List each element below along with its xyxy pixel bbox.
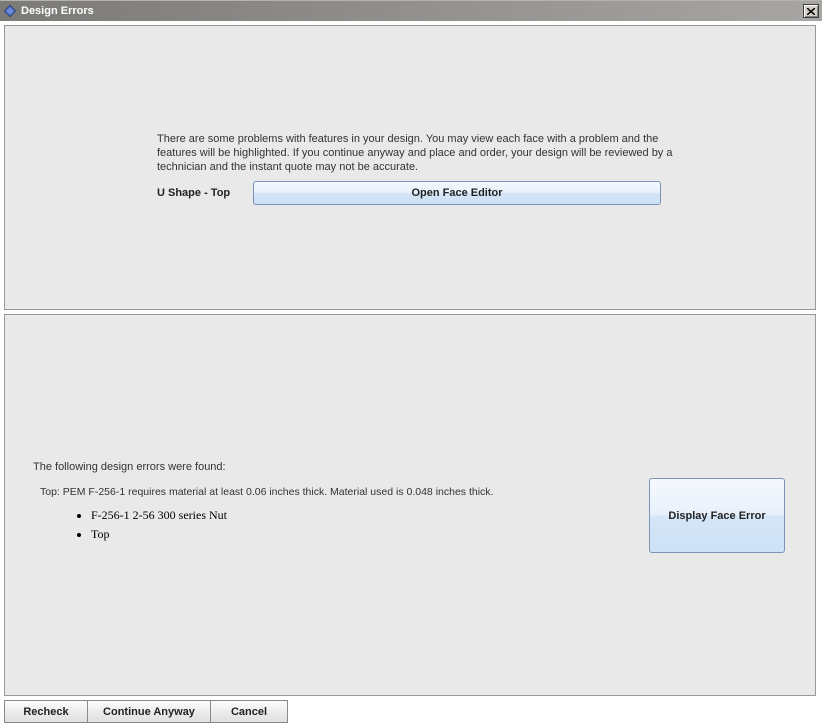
bottom-panel: The following design errors were found: … [4, 314, 816, 696]
list-item: Top [91, 527, 227, 542]
info-message: There are some problems with features in… [157, 132, 687, 174]
open-face-editor-button[interactable]: Open Face Editor [253, 181, 661, 205]
face-label: U Shape - Top [157, 187, 243, 199]
errors-heading: The following design errors were found: [33, 461, 226, 473]
display-face-error-button[interactable]: Display Face Error [649, 478, 785, 553]
content-area: There are some problems with features in… [0, 21, 822, 724]
recheck-button[interactable]: Recheck [4, 700, 88, 723]
continue-anyway-button[interactable]: Continue Anyway [87, 700, 211, 723]
window-title: Design Errors [21, 5, 803, 17]
button-bar: Recheck Continue Anyway Cancel [4, 700, 818, 723]
top-panel: There are some problems with features in… [4, 25, 816, 310]
titlebar: Design Errors [0, 0, 822, 21]
cancel-button[interactable]: Cancel [210, 700, 288, 723]
app-icon [3, 4, 17, 18]
face-row: U Shape - Top Open Face Editor [157, 181, 661, 205]
list-item: F-256-1 2-56 300 series Nut [91, 508, 227, 523]
close-button[interactable] [803, 4, 819, 18]
error-list: F-256-1 2-56 300 series Nut Top [77, 508, 227, 546]
error-detail: Top: PEM F-256-1 requires material at le… [40, 486, 493, 498]
